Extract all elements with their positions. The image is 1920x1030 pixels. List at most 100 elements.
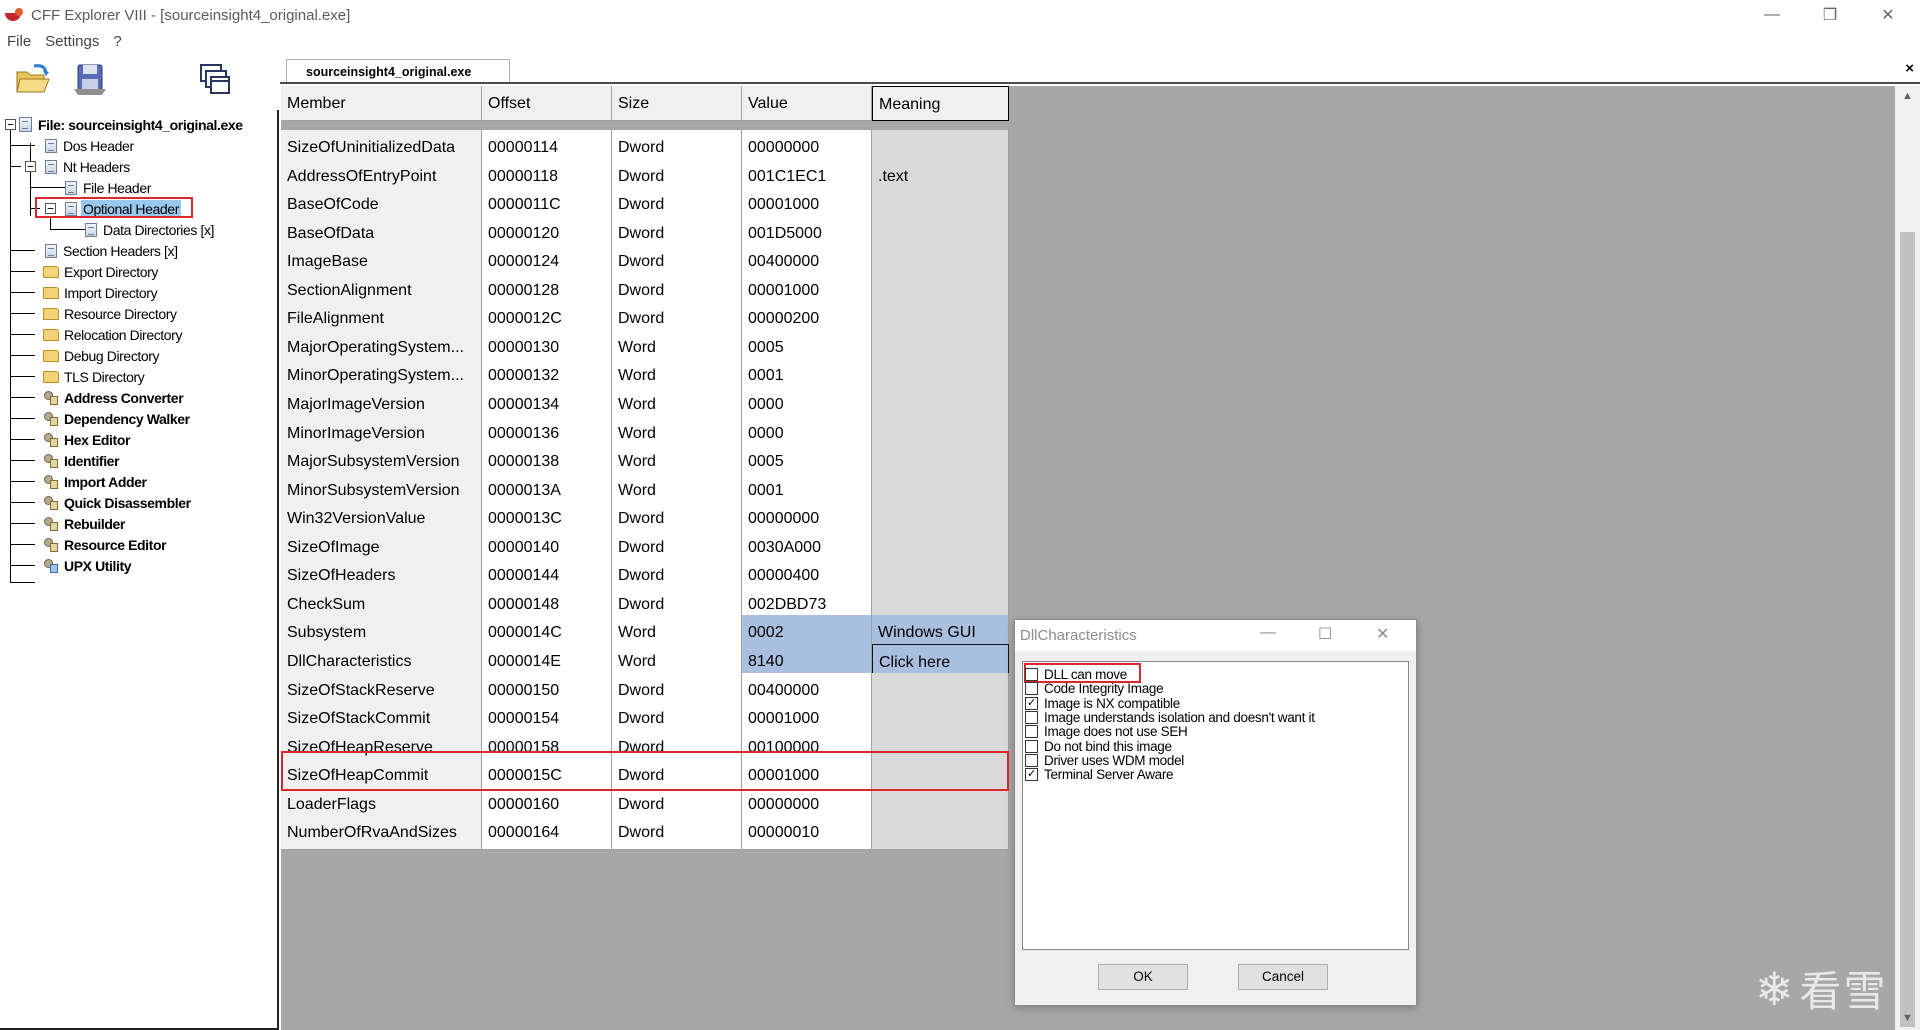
column-header-value[interactable]: Value <box>742 86 872 121</box>
tree-line <box>10 334 35 335</box>
tree-line <box>10 565 35 566</box>
tool-icon <box>43 411 59 427</box>
folder-icon <box>43 370 59 383</box>
tree-line <box>10 125 11 582</box>
restore-button[interactable]: ❐ <box>1801 0 1859 30</box>
tool-icon <box>43 390 59 406</box>
windows-icon[interactable] <box>195 59 235 99</box>
tree-item-label: Resource Directory <box>64 305 177 322</box>
tree-line <box>10 166 21 167</box>
page-icon <box>45 243 57 258</box>
tree-line <box>50 229 85 230</box>
dialog-close-icon[interactable]: ✕ <box>1376 624 1389 644</box>
tree-item-label: Dependency Walker <box>64 410 190 427</box>
tool-icon <box>43 537 59 553</box>
column-header-size[interactable]: Size <box>612 86 742 121</box>
open-folder-icon[interactable] <box>13 59 53 99</box>
collapse-nt-headers-icon[interactable]: − <box>25 161 36 172</box>
cell-value[interactable]: 00000010 <box>742 815 872 850</box>
scroll-up-icon[interactable]: ▲ <box>1895 86 1920 106</box>
tree-item-resource-editor[interactable]: Resource Editor <box>43 534 168 555</box>
minimize-button[interactable]: — <box>1743 0 1801 30</box>
tree-root-file[interactable]: File: sourceinsight4_original.exe <box>19 114 245 135</box>
checkbox[interactable]: ✓ <box>1025 696 1038 710</box>
tree-item-quick-disassembler[interactable]: Quick Disassembler <box>43 492 193 513</box>
tree-line <box>10 439 35 440</box>
dialog-maximize-icon[interactable]: ☐ <box>1318 624 1332 644</box>
tree-item-label: Resource Editor <box>64 536 167 553</box>
table-row[interactable]: NumberOfRvaAndSizes 00000164 Dword 00000010 <box>281 815 1009 850</box>
tree-item-hex-editor[interactable]: Hex Editor <box>43 429 132 450</box>
tree-item-label: Section Headers [x] <box>63 242 178 259</box>
column-header-member[interactable]: Member <box>281 86 482 121</box>
snowflake-icon: ❄ <box>1755 962 1794 1015</box>
checkbox[interactable] <box>1025 739 1038 753</box>
close-button[interactable]: ✕ <box>1859 0 1917 30</box>
tree-item-label: Data Directories [x] <box>103 221 215 238</box>
tree-item-rebuilder[interactable]: Rebuilder <box>43 513 127 534</box>
tree-line <box>10 523 35 524</box>
page-icon <box>65 180 77 195</box>
tool-icon <box>43 558 59 574</box>
tree-line <box>10 376 35 377</box>
document-tab-bar: sourceinsight4_original.exe × <box>280 55 1920 84</box>
tree-item-import-directory[interactable]: Import Directory <box>43 282 159 303</box>
tree-item-label: Rebuilder <box>64 515 125 532</box>
tree-item-file-header[interactable]: File Header <box>65 177 153 198</box>
collapse-root-icon[interactable]: − <box>5 119 16 130</box>
menu-settings[interactable]: Settings <box>38 33 106 50</box>
characteristics-list: DLL can move Code Integrity Image ✓ Image i… <box>1022 661 1409 950</box>
tree-item-address-converter[interactable]: Address Converter <box>43 387 185 408</box>
tree-item-dos-header[interactable]: Dos Header <box>45 135 136 156</box>
tree-item-tls-directory[interactable]: TLS Directory <box>43 366 146 387</box>
tree-item-nt-headers[interactable]: Nt Headers <box>45 156 132 177</box>
ok-button[interactable]: OK <box>1098 964 1188 990</box>
checkbox[interactable] <box>1025 668 1038 681</box>
checkbox[interactable]: ✓ <box>1025 768 1038 782</box>
tree-line <box>10 582 35 583</box>
checkbox[interactable] <box>1025 753 1038 767</box>
cell-size: Dword <box>612 815 742 850</box>
cancel-button[interactable]: Cancel <box>1238 964 1328 990</box>
tree-line <box>10 145 35 146</box>
menu-file[interactable]: File <box>0 33 38 50</box>
tree-item-dependency-walker[interactable]: Dependency Walker <box>43 408 192 429</box>
tree-item-label: Import Directory <box>64 284 158 301</box>
app-icon <box>5 8 25 22</box>
tree-item-upx-utility[interactable]: UPX Utility <box>43 555 133 576</box>
tree-item-section-headers[interactable]: Section Headers [x] <box>45 240 180 261</box>
tree-item-identifier[interactable]: Identifier <box>43 450 121 471</box>
folder-icon <box>43 265 59 278</box>
dialog-minimize-icon[interactable]: — <box>1260 624 1276 642</box>
tree-item-label: Identifier <box>64 452 120 469</box>
column-header-meaning[interactable]: Meaning <box>872 86 1009 121</box>
checkbox[interactable] <box>1025 682 1038 696</box>
scroll-thumb[interactable] <box>1900 232 1915 1027</box>
tree-item-label: Quick Disassembler <box>64 494 191 511</box>
tool-icon <box>43 495 59 511</box>
vertical-scrollbar[interactable]: ▲ ▼ <box>1895 86 1920 1030</box>
cell-meaning[interactable] <box>872 815 1009 850</box>
close-tab-icon[interactable]: × <box>1905 60 1914 77</box>
tree-line <box>10 544 35 545</box>
watermark-text: 看雪 <box>1799 968 1888 1015</box>
menu-help[interactable]: ? <box>106 33 128 50</box>
tab-label: sourceinsight4_original.exe <box>306 64 472 79</box>
checkbox[interactable] <box>1025 725 1038 739</box>
tree-item-relocation-directory[interactable]: Relocation Directory <box>43 324 184 345</box>
dllcharacteristics-dialog: DllCharacteristics — ☐ ✕ DLL can move Cod… <box>1014 619 1417 1006</box>
tree-item-resource-directory[interactable]: Resource Directory <box>43 303 179 324</box>
tab-sourceinsight4[interactable]: sourceinsight4_original.exe <box>286 59 510 83</box>
tree-item-debug-directory[interactable]: Debug Directory <box>43 345 161 366</box>
checkbox[interactable] <box>1025 710 1038 724</box>
file-icon <box>19 117 32 132</box>
characteristic-option[interactable]: ✓ Terminal Server Aware <box>1025 766 1174 783</box>
tree-item-data-directories[interactable]: Data Directories [x] <box>85 219 216 240</box>
tree-item-import-adder[interactable]: Import Adder <box>43 471 149 492</box>
navigation-tree: − − − File: sourceinsight4_original.exe … <box>0 110 279 1030</box>
save-disk-icon[interactable] <box>70 59 110 99</box>
scroll-down-icon[interactable]: ▼ <box>1895 1008 1920 1028</box>
tree-line <box>10 250 35 251</box>
column-header-offset[interactable]: Offset <box>482 86 612 121</box>
tree-item-export-directory[interactable]: Export Directory <box>43 261 160 282</box>
